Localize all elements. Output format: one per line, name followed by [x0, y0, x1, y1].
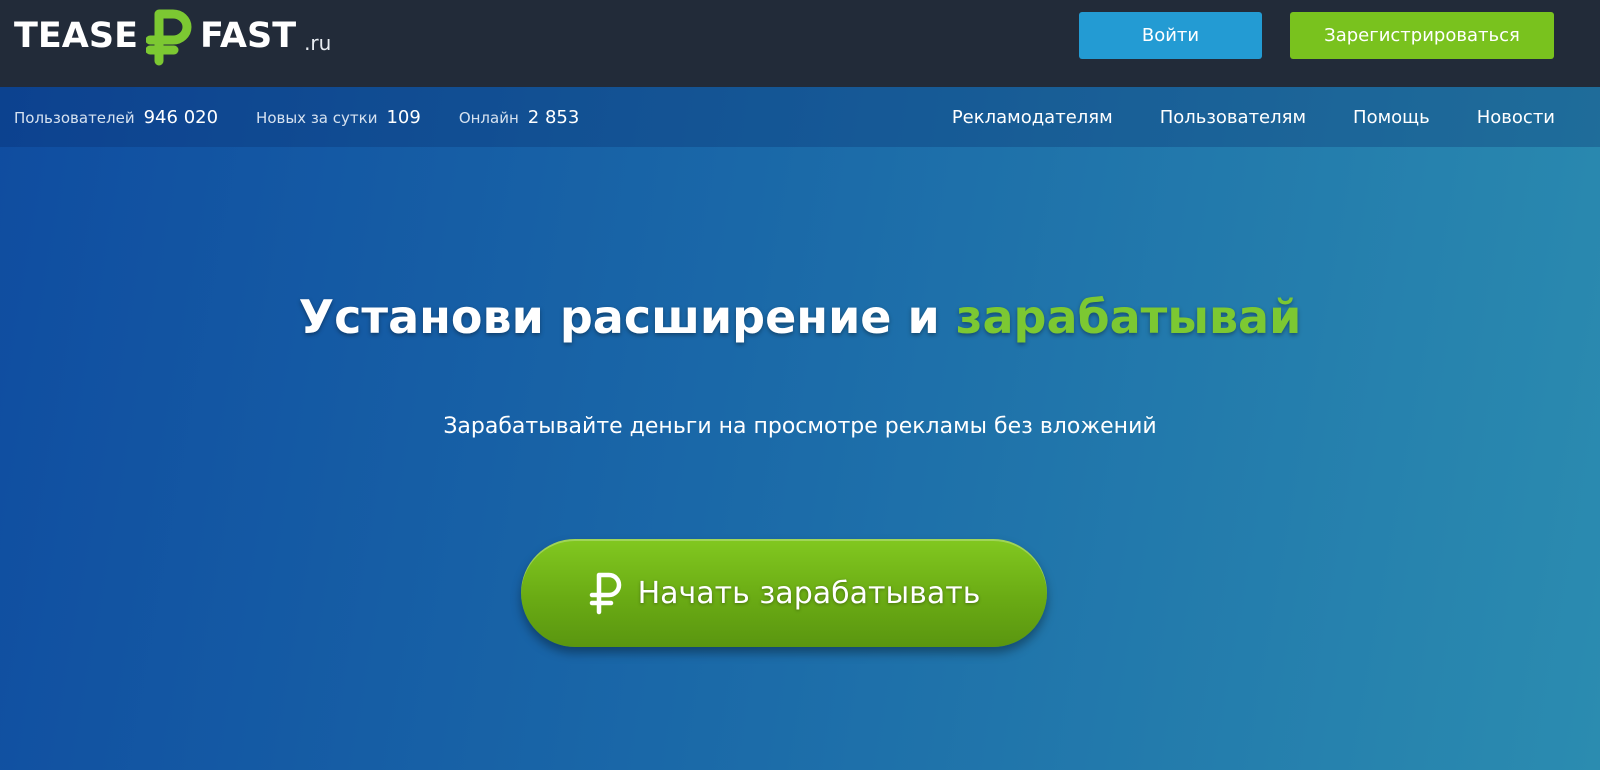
nav-link-users[interactable]: Пользователям [1160, 107, 1306, 128]
ruble-logo-icon [146, 9, 192, 66]
stat-online-label: Онлайн [458, 108, 519, 127]
nav-link-advertisers[interactable]: Рекламодателям [952, 107, 1113, 128]
stat-users-value: 946 020 [143, 106, 219, 128]
start-earning-button[interactable]: Начать зарабатывать [521, 539, 1047, 647]
ruble-icon [589, 572, 621, 615]
hero-subtitle: Зарабатывайте деньги на просмотре реклам… [443, 414, 1157, 439]
nav-link-news[interactable]: Новости [1477, 107, 1555, 128]
main-nav: Рекламодателям Пользователям Помощь Ново… [905, 87, 1555, 147]
landing-page: TEASE FAST .ru Войти Зарегистрироваться … [0, 0, 1600, 770]
logo-word-tease: TEASE [14, 16, 138, 56]
site-logo[interactable]: TEASE FAST .ru [14, 6, 331, 66]
logo-word-fast: FAST [200, 16, 297, 56]
stat-new-today-label: Новых за сутки [256, 108, 378, 127]
login-button[interactable]: Войти [1079, 12, 1262, 59]
stat-new-today: Новых за сутки 109 [256, 107, 421, 128]
hero-title-main: Установи расширение и [298, 290, 940, 344]
stat-users: Пользователей 946 020 [14, 107, 218, 128]
top-header: TEASE FAST .ru Войти Зарегистрироваться [0, 0, 1600, 87]
start-earning-label: Начать зарабатывать [637, 575, 981, 611]
stats-nav-bar: Пользователей 946 020 Новых за сутки 109… [0, 87, 1600, 147]
hero-title: Установи расширение и зарабатывай [0, 290, 1600, 344]
logo-domain: .ru [304, 31, 332, 55]
site-stats: Пользователей 946 020 Новых за сутки 109… [14, 87, 617, 147]
stat-new-today-value: 109 [386, 106, 421, 128]
stat-users-label: Пользователей [14, 108, 135, 127]
nav-link-help[interactable]: Помощь [1353, 107, 1430, 128]
register-button[interactable]: Зарегистрироваться [1290, 12, 1554, 59]
hero-title-accent: зарабатывай [955, 290, 1302, 344]
stat-online: Онлайн 2 853 [459, 107, 579, 128]
stat-online-value: 2 853 [527, 106, 580, 128]
